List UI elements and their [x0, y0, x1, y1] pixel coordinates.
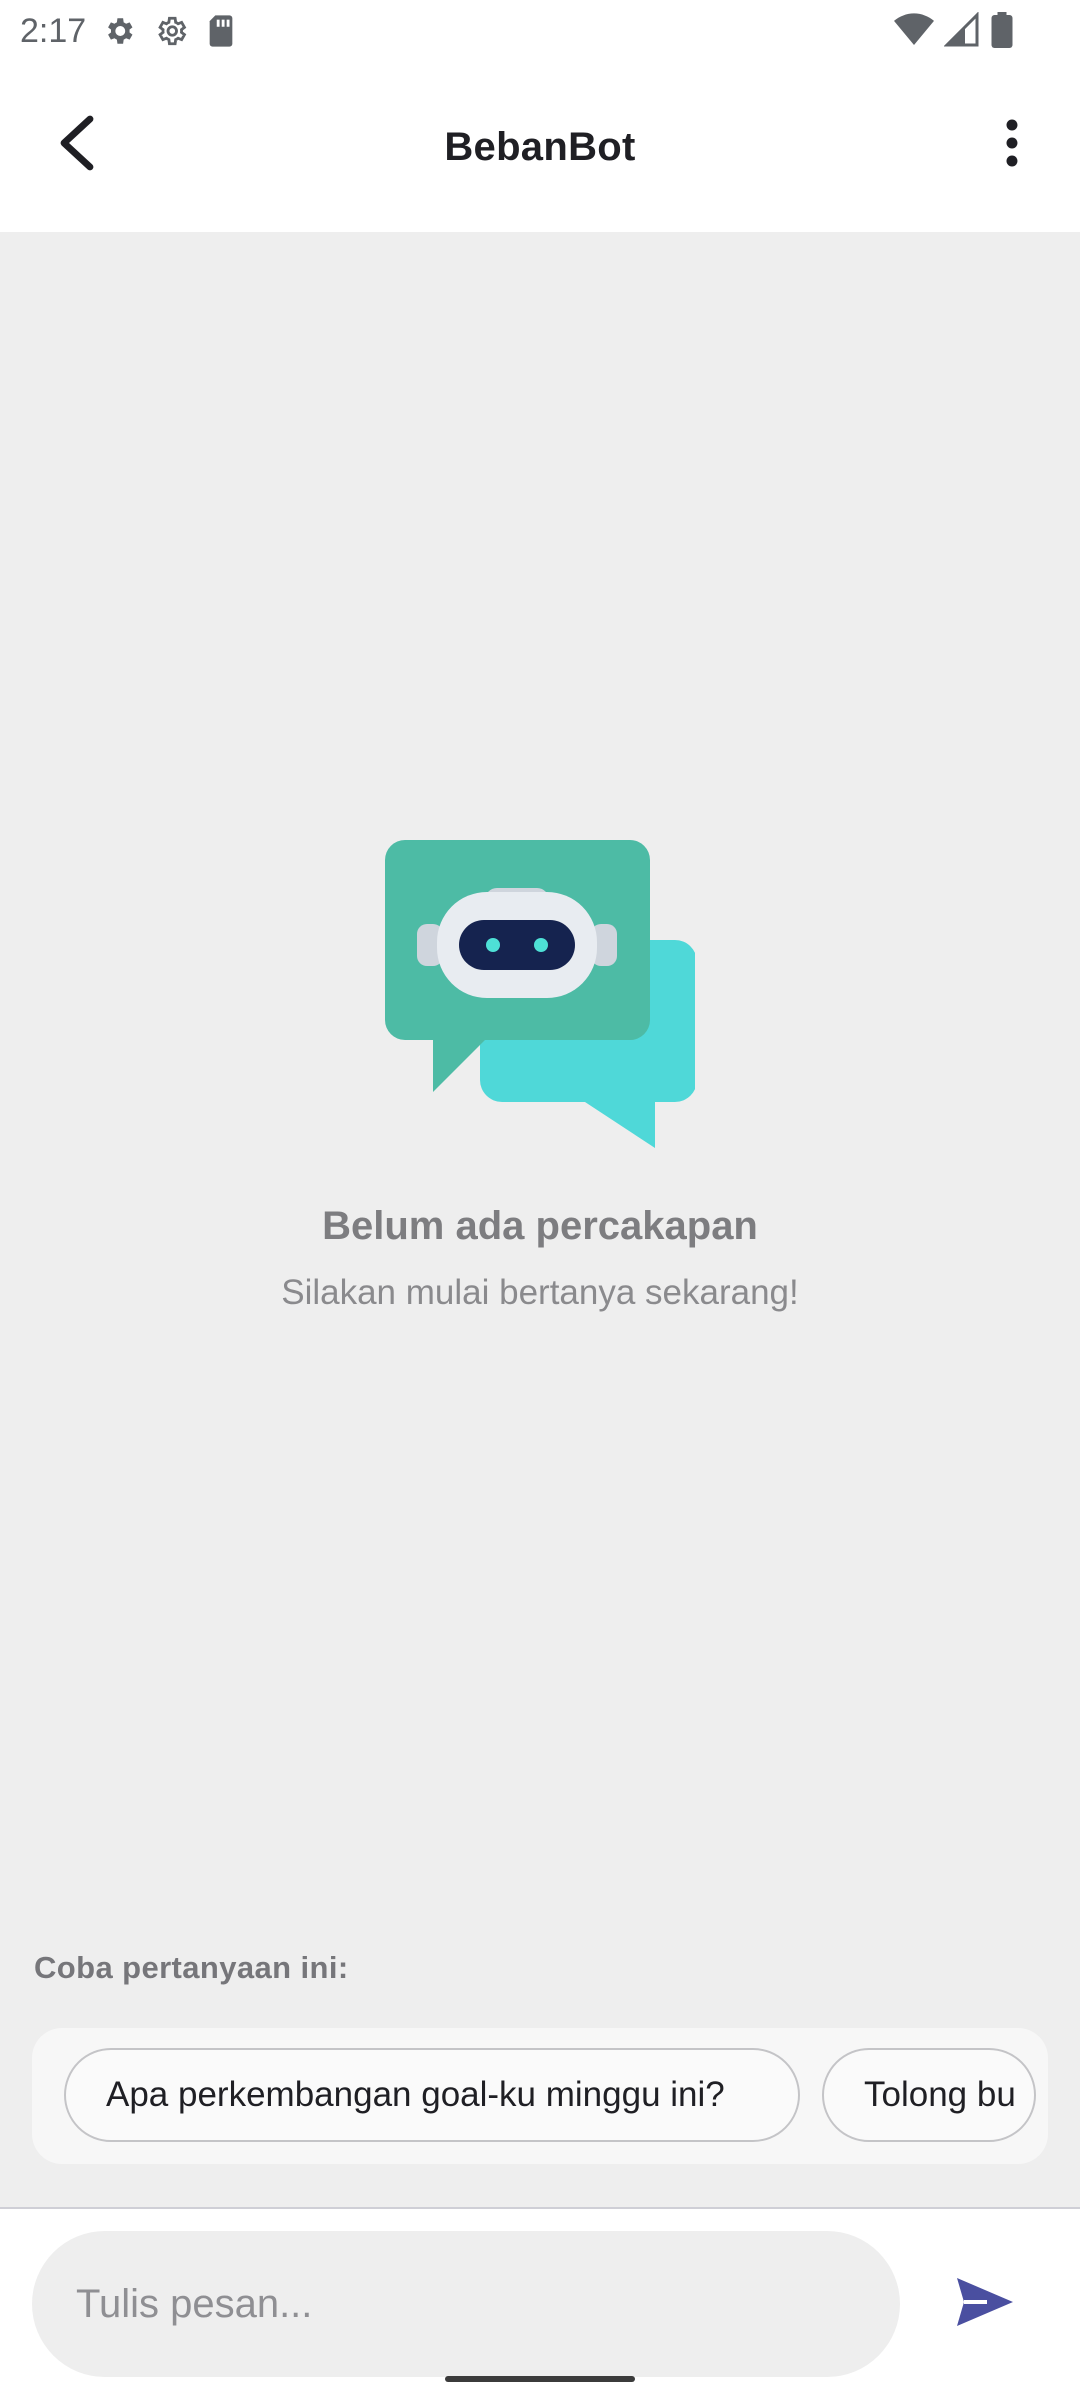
- app-bar: BebanBot: [0, 62, 1080, 232]
- signal-icon: [943, 11, 980, 53]
- composer-bar: [0, 2209, 1080, 2400]
- battery-icon: [990, 12, 1014, 53]
- chat-screen: 2:17 BebanBot Belum ada percakapan Silak…: [0, 0, 1080, 2400]
- more-vert-icon: [1005, 119, 1019, 172]
- send-button[interactable]: [950, 2269, 1020, 2339]
- sd-card-icon: [206, 14, 236, 48]
- more-options-button[interactable]: [982, 110, 1042, 180]
- suggestion-chip[interactable]: Apa perkembangan goal-ku minggu ini?: [64, 2048, 800, 2142]
- empty-state-title: Belum ada percakapan: [322, 1204, 758, 1248]
- gesture-nav-bar[interactable]: [445, 2376, 635, 2382]
- gear-icon: [102, 14, 136, 48]
- suggestions-panel[interactable]: Apa perkembangan goal-ku minggu ini? Tol…: [32, 2028, 1048, 2164]
- back-button[interactable]: [46, 110, 106, 180]
- empty-state-subtitle: Silakan mulai bertanya sekarang!: [281, 1273, 799, 1312]
- status-time: 2:17: [20, 11, 87, 50]
- back-arrow-icon: [56, 115, 96, 176]
- wifi-icon: [894, 12, 934, 53]
- suggestions-label: Coba pertanyaan ini:: [34, 1950, 349, 1985]
- page-title: BebanBot: [444, 124, 636, 169]
- status-bar: 2:17: [0, 0, 1080, 62]
- message-input[interactable]: [32, 2231, 900, 2377]
- empty-state: Belum ada percakapan Silakan mulai berta…: [0, 840, 1080, 1313]
- chat-area: Belum ada percakapan Silakan mulai berta…: [0, 232, 1080, 2208]
- status-right-icons: [894, 11, 1014, 53]
- suggestion-chip[interactable]: Tolong bu: [822, 2048, 1036, 2142]
- settings-outline-icon: [154, 14, 188, 48]
- chatbot-bubbles-illustration: [0, 840, 1080, 1150]
- send-icon: [955, 2276, 1015, 2333]
